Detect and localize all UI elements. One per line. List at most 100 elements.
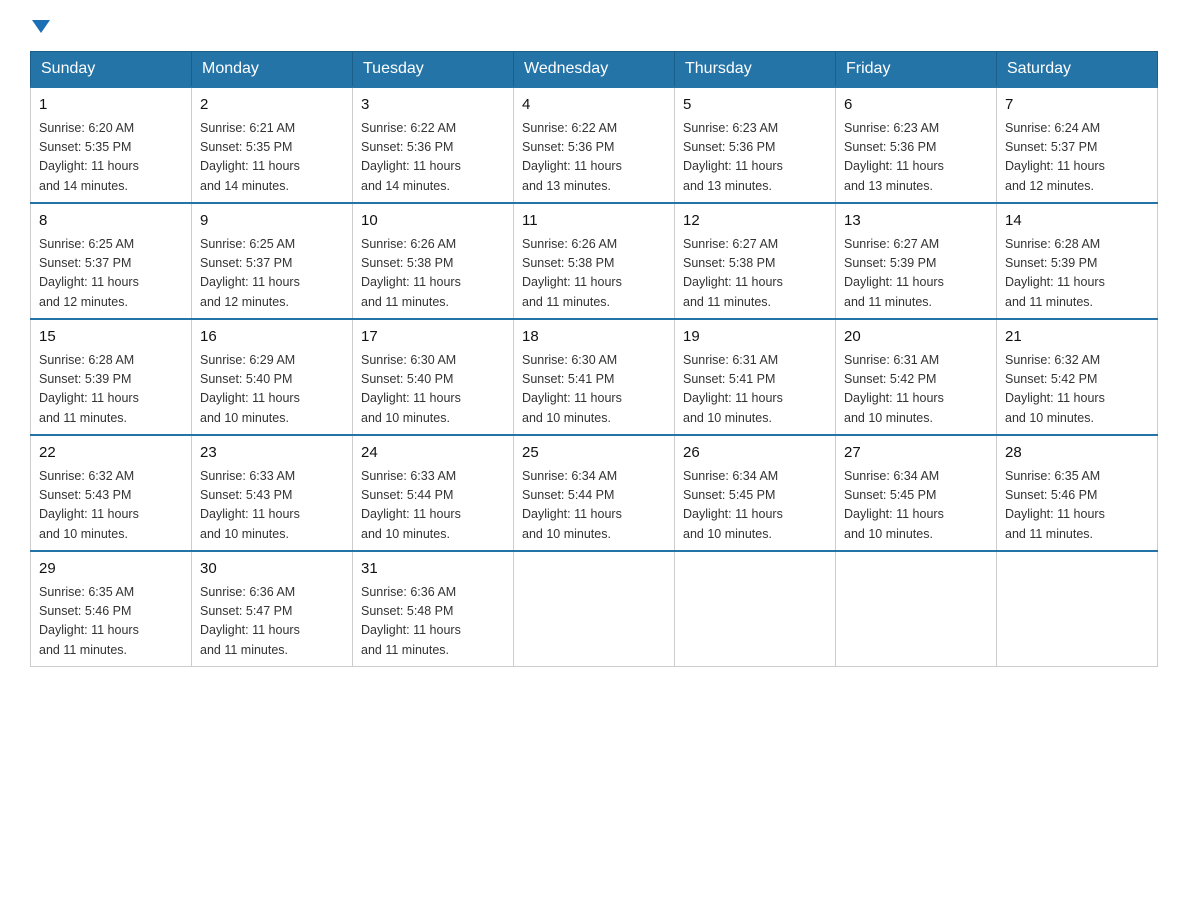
weekday-header-tuesday: Tuesday xyxy=(353,52,514,88)
day-info: Sunrise: 6:36 AMSunset: 5:47 PMDaylight:… xyxy=(200,583,344,661)
day-info: Sunrise: 6:27 AMSunset: 5:38 PMDaylight:… xyxy=(683,235,827,313)
day-info: Sunrise: 6:33 AMSunset: 5:43 PMDaylight:… xyxy=(200,467,344,545)
day-number: 2 xyxy=(200,94,344,117)
day-number: 13 xyxy=(844,210,988,233)
day-info: Sunrise: 6:32 AMSunset: 5:42 PMDaylight:… xyxy=(1005,351,1149,429)
day-number: 18 xyxy=(522,326,666,349)
day-number: 14 xyxy=(1005,210,1149,233)
day-info: Sunrise: 6:35 AMSunset: 5:46 PMDaylight:… xyxy=(1005,467,1149,545)
weekday-header-saturday: Saturday xyxy=(997,52,1158,88)
day-info: Sunrise: 6:25 AMSunset: 5:37 PMDaylight:… xyxy=(39,235,183,313)
calendar-cell: 1Sunrise: 6:20 AMSunset: 5:35 PMDaylight… xyxy=(31,87,192,203)
day-number: 3 xyxy=(361,94,505,117)
calendar-cell: 30Sunrise: 6:36 AMSunset: 5:47 PMDayligh… xyxy=(192,551,353,667)
day-number: 15 xyxy=(39,326,183,349)
calendar-cell: 19Sunrise: 6:31 AMSunset: 5:41 PMDayligh… xyxy=(675,319,836,435)
day-info: Sunrise: 6:29 AMSunset: 5:40 PMDaylight:… xyxy=(200,351,344,429)
day-number: 31 xyxy=(361,558,505,581)
day-number: 11 xyxy=(522,210,666,233)
day-info: Sunrise: 6:21 AMSunset: 5:35 PMDaylight:… xyxy=(200,119,344,197)
calendar-cell: 31Sunrise: 6:36 AMSunset: 5:48 PMDayligh… xyxy=(353,551,514,667)
day-info: Sunrise: 6:28 AMSunset: 5:39 PMDaylight:… xyxy=(1005,235,1149,313)
week-row-1: 1Sunrise: 6:20 AMSunset: 5:35 PMDaylight… xyxy=(31,87,1158,203)
day-info: Sunrise: 6:27 AMSunset: 5:39 PMDaylight:… xyxy=(844,235,988,313)
calendar-cell: 6Sunrise: 6:23 AMSunset: 5:36 PMDaylight… xyxy=(836,87,997,203)
calendar-cell xyxy=(836,551,997,667)
calendar-cell: 17Sunrise: 6:30 AMSunset: 5:40 PMDayligh… xyxy=(353,319,514,435)
calendar-cell: 23Sunrise: 6:33 AMSunset: 5:43 PMDayligh… xyxy=(192,435,353,551)
logo-triangle-icon xyxy=(32,20,50,33)
day-number: 17 xyxy=(361,326,505,349)
day-info: Sunrise: 6:20 AMSunset: 5:35 PMDaylight:… xyxy=(39,119,183,197)
day-info: Sunrise: 6:30 AMSunset: 5:41 PMDaylight:… xyxy=(522,351,666,429)
day-number: 10 xyxy=(361,210,505,233)
day-info: Sunrise: 6:34 AMSunset: 5:45 PMDaylight:… xyxy=(683,467,827,545)
day-info: Sunrise: 6:32 AMSunset: 5:43 PMDaylight:… xyxy=(39,467,183,545)
calendar-cell xyxy=(675,551,836,667)
day-info: Sunrise: 6:33 AMSunset: 5:44 PMDaylight:… xyxy=(361,467,505,545)
day-number: 25 xyxy=(522,442,666,465)
day-info: Sunrise: 6:34 AMSunset: 5:44 PMDaylight:… xyxy=(522,467,666,545)
calendar-cell: 2Sunrise: 6:21 AMSunset: 5:35 PMDaylight… xyxy=(192,87,353,203)
day-info: Sunrise: 6:25 AMSunset: 5:37 PMDaylight:… xyxy=(200,235,344,313)
day-info: Sunrise: 6:22 AMSunset: 5:36 PMDaylight:… xyxy=(361,119,505,197)
calendar-cell: 28Sunrise: 6:35 AMSunset: 5:46 PMDayligh… xyxy=(997,435,1158,551)
calendar-cell: 8Sunrise: 6:25 AMSunset: 5:37 PMDaylight… xyxy=(31,203,192,319)
calendar-cell: 3Sunrise: 6:22 AMSunset: 5:36 PMDaylight… xyxy=(353,87,514,203)
day-info: Sunrise: 6:36 AMSunset: 5:48 PMDaylight:… xyxy=(361,583,505,661)
day-info: Sunrise: 6:22 AMSunset: 5:36 PMDaylight:… xyxy=(522,119,666,197)
day-number: 19 xyxy=(683,326,827,349)
day-number: 30 xyxy=(200,558,344,581)
day-number: 28 xyxy=(1005,442,1149,465)
day-number: 23 xyxy=(200,442,344,465)
calendar-cell: 26Sunrise: 6:34 AMSunset: 5:45 PMDayligh… xyxy=(675,435,836,551)
day-number: 9 xyxy=(200,210,344,233)
page-header xyxy=(30,20,1158,33)
calendar-table: SundayMondayTuesdayWednesdayThursdayFrid… xyxy=(30,51,1158,667)
calendar-cell: 7Sunrise: 6:24 AMSunset: 5:37 PMDaylight… xyxy=(997,87,1158,203)
week-row-2: 8Sunrise: 6:25 AMSunset: 5:37 PMDaylight… xyxy=(31,203,1158,319)
calendar-cell: 21Sunrise: 6:32 AMSunset: 5:42 PMDayligh… xyxy=(997,319,1158,435)
calendar-cell: 16Sunrise: 6:29 AMSunset: 5:40 PMDayligh… xyxy=(192,319,353,435)
day-info: Sunrise: 6:26 AMSunset: 5:38 PMDaylight:… xyxy=(522,235,666,313)
calendar-cell: 18Sunrise: 6:30 AMSunset: 5:41 PMDayligh… xyxy=(514,319,675,435)
calendar-cell: 10Sunrise: 6:26 AMSunset: 5:38 PMDayligh… xyxy=(353,203,514,319)
week-row-3: 15Sunrise: 6:28 AMSunset: 5:39 PMDayligh… xyxy=(31,319,1158,435)
calendar-cell: 14Sunrise: 6:28 AMSunset: 5:39 PMDayligh… xyxy=(997,203,1158,319)
calendar-cell: 9Sunrise: 6:25 AMSunset: 5:37 PMDaylight… xyxy=(192,203,353,319)
calendar-cell: 27Sunrise: 6:34 AMSunset: 5:45 PMDayligh… xyxy=(836,435,997,551)
weekday-header-thursday: Thursday xyxy=(675,52,836,88)
calendar-cell: 22Sunrise: 6:32 AMSunset: 5:43 PMDayligh… xyxy=(31,435,192,551)
calendar-cell: 13Sunrise: 6:27 AMSunset: 5:39 PMDayligh… xyxy=(836,203,997,319)
day-info: Sunrise: 6:28 AMSunset: 5:39 PMDaylight:… xyxy=(39,351,183,429)
logo xyxy=(30,20,51,33)
calendar-cell: 29Sunrise: 6:35 AMSunset: 5:46 PMDayligh… xyxy=(31,551,192,667)
calendar-cell xyxy=(997,551,1158,667)
day-number: 4 xyxy=(522,94,666,117)
calendar-cell: 24Sunrise: 6:33 AMSunset: 5:44 PMDayligh… xyxy=(353,435,514,551)
day-number: 20 xyxy=(844,326,988,349)
day-info: Sunrise: 6:34 AMSunset: 5:45 PMDaylight:… xyxy=(844,467,988,545)
calendar-cell: 25Sunrise: 6:34 AMSunset: 5:44 PMDayligh… xyxy=(514,435,675,551)
day-info: Sunrise: 6:31 AMSunset: 5:42 PMDaylight:… xyxy=(844,351,988,429)
calendar-cell: 15Sunrise: 6:28 AMSunset: 5:39 PMDayligh… xyxy=(31,319,192,435)
day-number: 12 xyxy=(683,210,827,233)
weekday-header-wednesday: Wednesday xyxy=(514,52,675,88)
day-info: Sunrise: 6:23 AMSunset: 5:36 PMDaylight:… xyxy=(844,119,988,197)
calendar-cell: 5Sunrise: 6:23 AMSunset: 5:36 PMDaylight… xyxy=(675,87,836,203)
day-number: 16 xyxy=(200,326,344,349)
calendar-cell: 12Sunrise: 6:27 AMSunset: 5:38 PMDayligh… xyxy=(675,203,836,319)
day-info: Sunrise: 6:31 AMSunset: 5:41 PMDaylight:… xyxy=(683,351,827,429)
calendar-cell xyxy=(514,551,675,667)
day-number: 29 xyxy=(39,558,183,581)
day-number: 6 xyxy=(844,94,988,117)
calendar-cell: 20Sunrise: 6:31 AMSunset: 5:42 PMDayligh… xyxy=(836,319,997,435)
calendar-cell: 4Sunrise: 6:22 AMSunset: 5:36 PMDaylight… xyxy=(514,87,675,203)
week-row-4: 22Sunrise: 6:32 AMSunset: 5:43 PMDayligh… xyxy=(31,435,1158,551)
weekday-header-sunday: Sunday xyxy=(31,52,192,88)
day-info: Sunrise: 6:35 AMSunset: 5:46 PMDaylight:… xyxy=(39,583,183,661)
weekday-header-monday: Monday xyxy=(192,52,353,88)
day-number: 5 xyxy=(683,94,827,117)
day-number: 24 xyxy=(361,442,505,465)
day-info: Sunrise: 6:23 AMSunset: 5:36 PMDaylight:… xyxy=(683,119,827,197)
